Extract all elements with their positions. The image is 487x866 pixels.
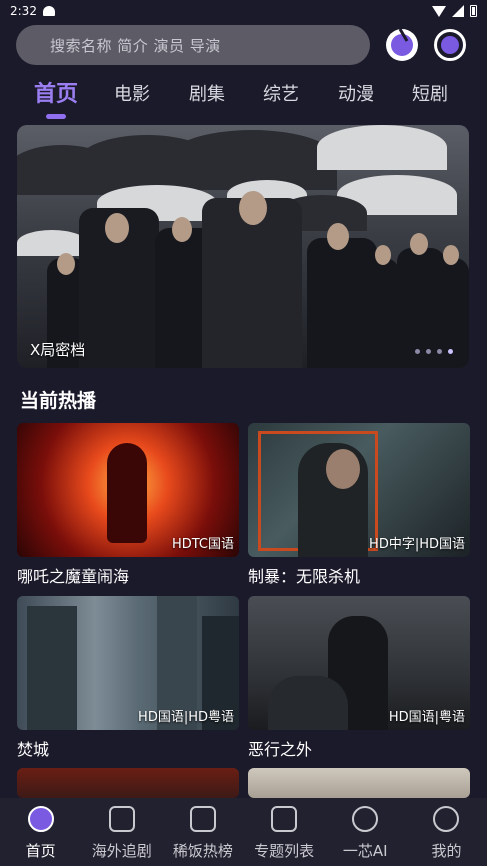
poster-figure <box>107 443 147 543</box>
figure-head <box>172 217 192 242</box>
tab-series[interactable]: 剧集 <box>189 80 225 106</box>
figure-head <box>410 233 428 255</box>
android-icon <box>42 6 55 16</box>
bottom-nav: 首页 海外追剧 稀饭热榜 专题列表 一芯AI 我的 <box>0 798 487 866</box>
page-dot <box>415 349 420 354</box>
movie-poster <box>248 768 470 798</box>
tab-anime[interactable]: 动漫 <box>338 80 374 106</box>
status-left: 2:32 <box>10 4 55 18</box>
nav-label: 稀饭热榜 <box>172 842 233 860</box>
tab-movies[interactable]: 电影 <box>114 80 150 106</box>
hero-banner[interactable]: X局密档 <box>17 125 469 368</box>
movie-title: 制暴：无限杀机 <box>248 567 361 586</box>
category-tabs: 首页 电影 剧集 综艺 动漫 短剧 <box>0 76 487 122</box>
tab-short[interactable]: 短剧 <box>412 80 448 106</box>
movie-card[interactable]: HDTC国语 哪吒之魔童闹海 <box>17 423 239 587</box>
nav-overseas[interactable]: 海外追剧 <box>81 798 162 866</box>
battery-icon <box>470 5 477 17</box>
tab-indicator <box>46 114 66 119</box>
poster-building <box>27 606 77 730</box>
status-right <box>432 5 477 17</box>
search-input[interactable]: 搜索名称 简介 演员 导演 <box>16 25 370 65</box>
movie-poster: HD国语|粤语 <box>248 596 470 730</box>
top-bar: 搜索名称 简介 演员 导演 <box>0 22 487 74</box>
list-icon <box>271 806 298 832</box>
calendar-icon <box>108 806 135 832</box>
nav-label: 海外追剧 <box>91 842 152 860</box>
figure-head <box>105 213 129 243</box>
tab-home[interactable]: 首页 <box>34 76 78 108</box>
tab-variety[interactable]: 综艺 <box>263 80 299 106</box>
movie-poster: HD中字|HD国语 <box>248 423 470 557</box>
page-dot <box>437 349 442 354</box>
umbrella <box>317 125 447 170</box>
umbrella <box>17 230 87 256</box>
figure <box>369 258 399 368</box>
movie-poster <box>17 768 239 798</box>
quality-tag: HD国语|HD粤语 <box>138 710 234 725</box>
banner-title: X局密档 <box>30 341 86 359</box>
history-icon[interactable] <box>434 29 466 61</box>
filter-icon[interactable] <box>386 29 418 61</box>
movie-card[interactable] <box>248 768 470 798</box>
movie-poster: HDTC国语 <box>17 423 239 557</box>
movie-card[interactable] <box>17 768 239 798</box>
nav-label: 我的 <box>431 842 462 860</box>
figure-head <box>443 245 459 265</box>
movie-poster: HD国语|HD粤语 <box>17 596 239 730</box>
banner-pagination <box>415 349 453 354</box>
signal-icon <box>452 5 464 17</box>
nav-ai[interactable]: 一芯AI <box>325 798 406 866</box>
nav-label: 一芯AI <box>342 842 388 860</box>
movie-card[interactable]: HD国语|HD粤语 焚城 <box>17 596 239 760</box>
page-dot <box>426 349 431 354</box>
chart-icon <box>189 806 216 832</box>
search-placeholder: 搜索名称 简介 演员 导演 <box>50 36 221 55</box>
planet-icon <box>352 806 379 832</box>
nav-home[interactable]: 首页 <box>0 798 81 866</box>
nav-label: 首页 <box>25 842 56 860</box>
movie-title: 恶行之外 <box>248 740 313 759</box>
poster-face <box>326 449 360 489</box>
figure-head <box>327 223 349 250</box>
profile-icon <box>433 806 460 832</box>
figure-head <box>239 191 267 225</box>
quality-tag: HDTC国语 <box>171 537 234 552</box>
figure-head <box>375 245 391 265</box>
quality-tag: HD国语|粤语 <box>388 710 465 725</box>
figure <box>307 238 377 368</box>
movie-title: 哪吒之魔童闹海 <box>17 567 130 586</box>
nav-label: 专题列表 <box>254 842 315 860</box>
wifi-icon <box>432 5 446 17</box>
figure-head <box>57 253 75 275</box>
quality-tag: HD中字|HD国语 <box>369 537 465 552</box>
movie-card[interactable]: HD国语|粤语 恶行之外 <box>248 596 470 760</box>
movie-title: 焚城 <box>17 740 50 759</box>
nav-topics[interactable]: 专题列表 <box>244 798 325 866</box>
page-dot-active <box>448 349 453 354</box>
poster-figure <box>268 676 348 730</box>
movie-card[interactable]: HD中字|HD国语 制暴：无限杀机 <box>248 423 470 587</box>
nav-profile[interactable]: 我的 <box>406 798 487 866</box>
status-time: 2:32 <box>10 4 37 18</box>
section-title: 当前热播 <box>20 390 97 412</box>
nav-hot-list[interactable]: 稀饭热榜 <box>162 798 243 866</box>
home-icon <box>27 806 54 832</box>
status-bar: 2:32 <box>0 0 487 22</box>
